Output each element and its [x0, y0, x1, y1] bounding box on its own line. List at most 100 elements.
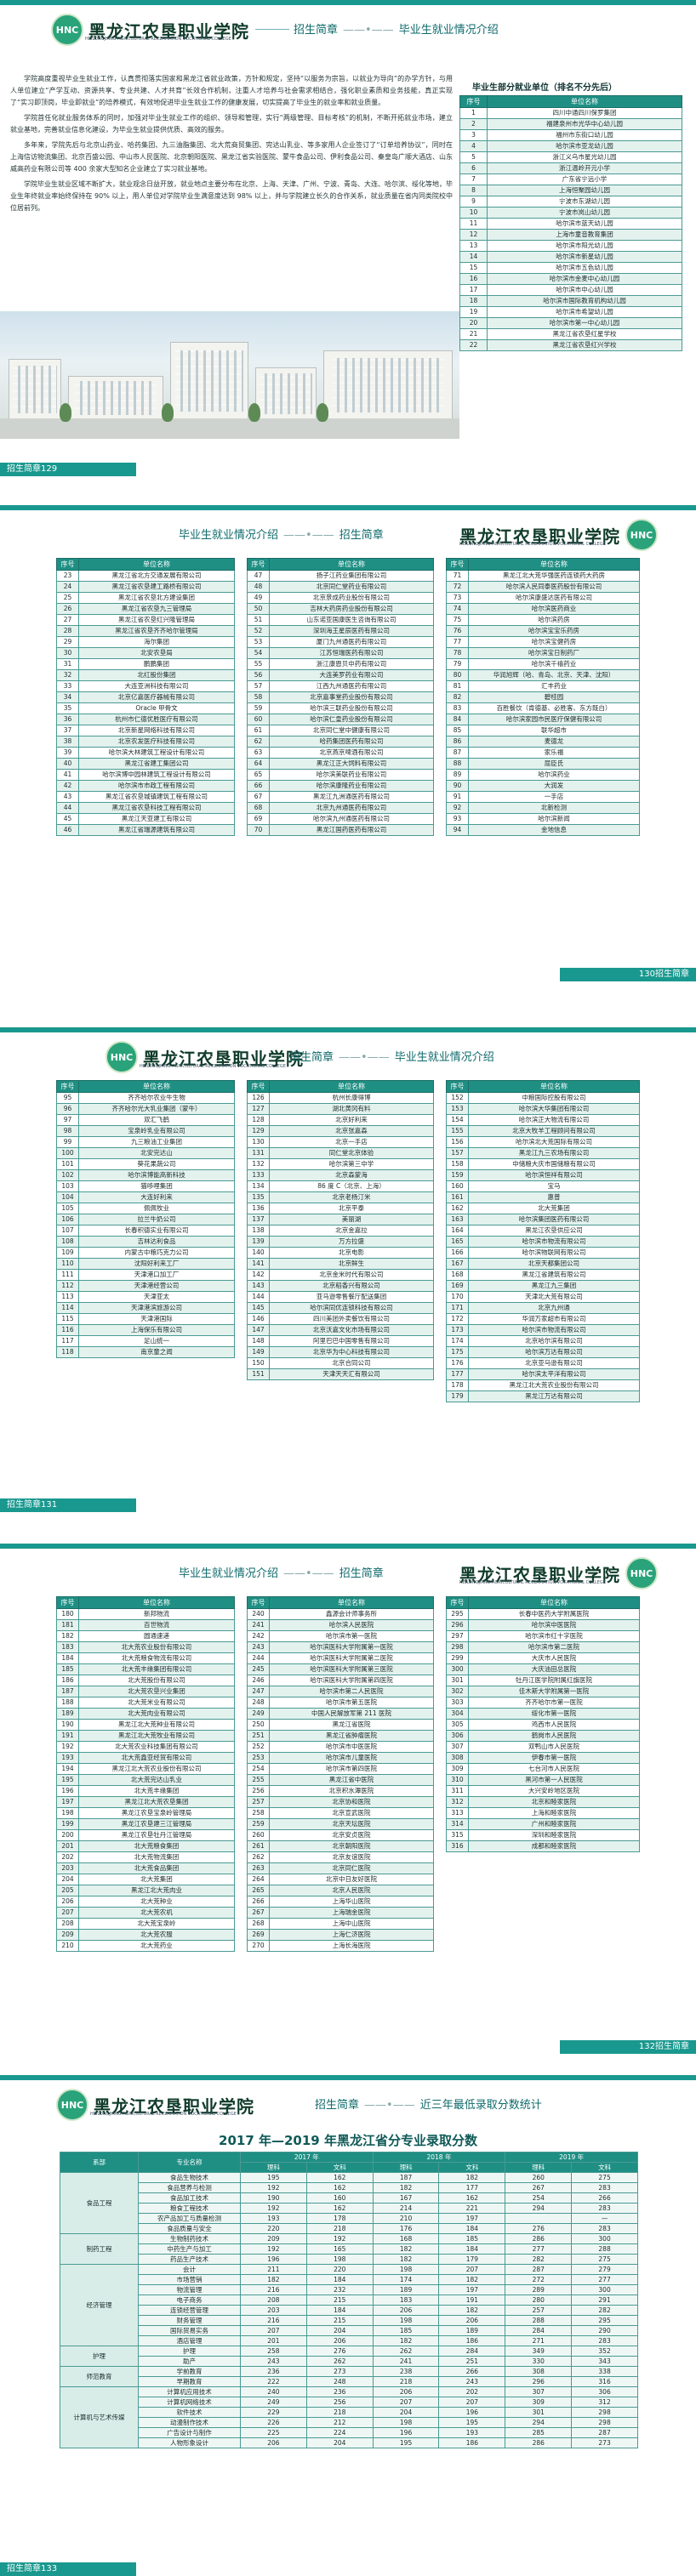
major-name: 护理	[138, 2346, 241, 2357]
table-row: 242 哈尔滨市第一医院	[247, 1630, 434, 1642]
score-cell: 241	[372, 2356, 440, 2367]
score-cell: 202	[438, 2386, 506, 2397]
row-number: 103	[56, 1180, 79, 1192]
score-cell: 243	[240, 2356, 307, 2367]
row-number: 267	[247, 1907, 270, 1919]
score-cell: 243	[438, 2376, 506, 2387]
row-number: 32	[56, 669, 79, 681]
col-track-header: 文科	[305, 2162, 374, 2173]
employer-name: 北大荒农垦兴业集团	[78, 1686, 235, 1697]
table-row: 63 北京燕京啤酒有限公司	[247, 747, 434, 759]
row-number: 33	[56, 680, 79, 692]
employer-name: 齐齐哈尔光大乳业集团（蒙牛）	[78, 1103, 235, 1115]
row-number: 175	[446, 1346, 469, 1358]
score-cell: 218	[305, 2223, 374, 2234]
employer-name: 宝泉岭乳业有限公司	[78, 1125, 235, 1137]
employer-name: 北京亿嘉医疗器械有限公司	[78, 691, 235, 703]
table-row: 69 哈尔滨九州通医药有限公司	[247, 813, 434, 825]
employer-name: 黑龙江北大荒肉业	[78, 1885, 235, 1896]
employer-name: 上海市童音教育集团	[487, 229, 682, 241]
table-row: 166 哈尔滨物联网有限公司	[446, 1247, 640, 1259]
table-row: 59 哈尔滨三联药业股份有限公司	[247, 702, 434, 714]
employer-name: 四川中通四川保罗集团	[487, 107, 682, 119]
employer-name: 北大荒集团	[468, 1203, 640, 1214]
row-number: 126	[247, 1092, 270, 1104]
employer-name: 宁波市岚山幼儿园	[487, 207, 682, 219]
table-title: 毕业生部分就业单位（排名不分先后）	[472, 83, 617, 93]
row-number: 247	[247, 1686, 270, 1697]
table-row: 248 哈尔滨市第五医院	[247, 1697, 434, 1709]
score-cell: 249	[240, 2397, 307, 2408]
table-row: 133 北京森蒙海	[247, 1169, 434, 1181]
row-number: 300	[446, 1663, 469, 1675]
employer-name: 江西九州通医药有限公司	[269, 680, 434, 692]
employer-name: 大兴安岭地区医院	[468, 1785, 640, 1797]
department-cell: 食品工程	[60, 2172, 139, 2234]
page-header: 毕业生就业情况介绍 ——•—— 招生简章 黑龙江农垦职业学院 HNC HEILONG…	[0, 1549, 696, 1593]
table-row: 80 华润旭辉（哈、青岛、北京、天津、沈阳）	[446, 669, 640, 681]
score-cell: 192	[240, 2182, 307, 2193]
row-number: 252	[247, 1741, 270, 1753]
row-number: 254	[247, 1763, 270, 1775]
score-cell: 191	[438, 2295, 506, 2306]
score-cell: 316	[571, 2376, 638, 2387]
table-row: 118 南京童之闻	[56, 1346, 235, 1358]
table-row: 76 哈尔滨宝宝乐药房	[446, 625, 640, 637]
school-name-en: HEILONGJIANG AGRICULTURAL RECLAMATION VO…	[140, 1064, 286, 1069]
col-unit-header: 单位名称	[468, 558, 640, 571]
section-label: 毕业生就业情况介绍	[398, 24, 499, 37]
table-row: 20 哈尔滨市第一中心幼儿园	[459, 317, 682, 329]
major-name: 软件技术	[138, 2407, 241, 2418]
score-cell: 187	[372, 2172, 440, 2183]
row-number: 194	[56, 1763, 79, 1775]
score-cell: 192	[305, 2233, 374, 2244]
score-cell: 220	[305, 2264, 374, 2275]
section-label: 近三年最低录取分数统计	[419, 2099, 542, 2112]
score-cell: 284	[505, 2325, 573, 2336]
row-number: 241	[247, 1619, 270, 1631]
employer-name: 百胜餐饮（肯德基、必胜客、东方既白）	[468, 702, 640, 714]
score-cell: 204	[372, 2407, 440, 2418]
employer-name: 哈尔滨宝健药房	[468, 636, 640, 648]
row-number: 183	[56, 1641, 79, 1653]
col-major-header: 专业名称	[138, 2152, 241, 2173]
col-no-header: 序号	[446, 558, 469, 571]
row-number: 56	[247, 669, 270, 681]
employer-name: 哈尔滨同优连锁科技有限公司	[269, 1302, 434, 1314]
table-row: 306 鹤岗市人民医院	[446, 1730, 640, 1742]
score-cell: 209	[240, 2233, 307, 2244]
table-row: 32 北红股份集团	[56, 669, 235, 681]
row-number: 201	[56, 1840, 79, 1852]
employer-name: 天津北大荒有限公司	[468, 1291, 640, 1303]
row-number: 98	[56, 1125, 79, 1137]
employer-table: 序号 单位名称 95 齐齐哈尔农业牛生物 96 齐齐哈尔光大乳业集团（蒙牛） 97 双汇飞鹤…	[56, 1080, 235, 1358]
score-cell: 248	[305, 2376, 374, 2387]
employer-name: 哈尔滨宝宝乐药房	[468, 625, 640, 637]
employer-name: 扬子江药业集团有限公司	[269, 570, 434, 582]
table-row: 152 中粮国际控股有限公司	[446, 1092, 640, 1104]
col-unit-header: 单位名称	[78, 1080, 235, 1093]
employer-name: 哈尔滨医科大学附属第三医院	[269, 1663, 434, 1675]
score-cell: 204	[305, 2437, 374, 2448]
table-row: 246 哈尔滨医科大学附属第四医院	[247, 1675, 434, 1686]
score-cell: 300	[571, 2233, 638, 2244]
table-row: 170 天津北大荒有限公司	[446, 1291, 640, 1303]
table-row: 77 哈尔滨宝健药房	[446, 636, 640, 648]
table-row: 195 北大荒完达山乳业	[56, 1774, 235, 1786]
table-row: 102 哈尔滨博能高新科技	[56, 1169, 235, 1181]
row-number: 86	[446, 736, 469, 748]
brand-label: 招生简章	[339, 1567, 384, 1580]
major-name: 食品加工技术	[138, 2192, 241, 2204]
employer-name: 哈尔滨药业	[468, 769, 640, 781]
score-cell: 165	[305, 2243, 374, 2255]
row-number: 48	[247, 581, 270, 593]
employer-name: 哈尔滨市儿童医院	[269, 1752, 434, 1764]
score-cell	[505, 2213, 573, 2224]
table-row: 38 北京农发医疗科技有限公司	[56, 736, 235, 748]
employer-name: 鹤岗市人民医院	[468, 1730, 640, 1742]
score-cell: 306	[571, 2386, 638, 2397]
row-number: 163	[446, 1214, 469, 1225]
col-no-header: 序号	[459, 95, 488, 108]
employer-table: 序号 单位名称 23 黑龙江省北方交通发展有限公司 24 黑龙江省农垦建工路桥有限公司 2…	[56, 558, 235, 836]
row-number: 113	[56, 1291, 79, 1303]
